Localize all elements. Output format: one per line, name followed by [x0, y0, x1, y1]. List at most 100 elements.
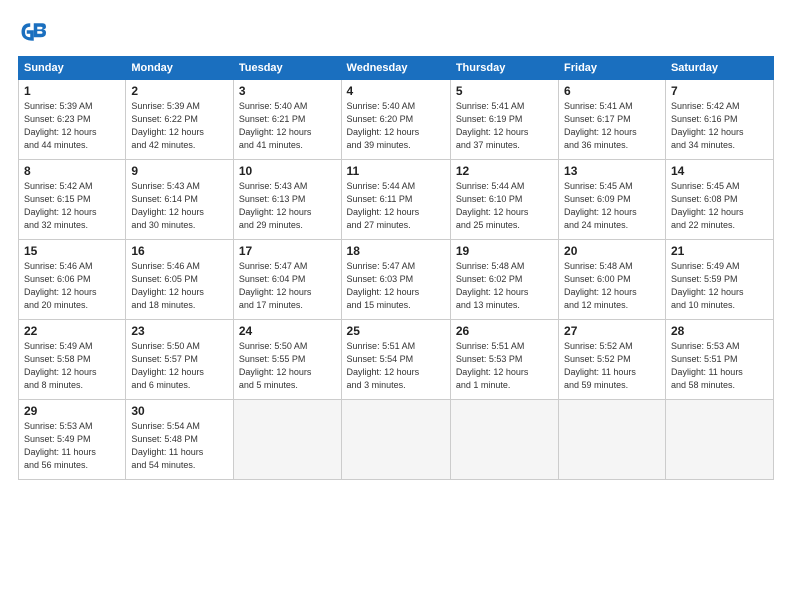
day-cell: 29 Sunrise: 5:53 AM Sunset: 5:49 PM Dayli… [19, 400, 126, 480]
day-number: 24 [239, 324, 336, 338]
day-info: Sunrise: 5:53 AM Sunset: 5:51 PM Dayligh… [671, 340, 768, 392]
day-info: Sunrise: 5:43 AM Sunset: 6:13 PM Dayligh… [239, 180, 336, 232]
weekday-header-friday: Friday [559, 57, 666, 80]
day-cell: 28 Sunrise: 5:53 AM Sunset: 5:51 PM Dayli… [665, 320, 773, 400]
day-cell: 3 Sunrise: 5:40 AM Sunset: 6:21 PM Daylig… [233, 80, 341, 160]
day-cell: 23 Sunrise: 5:50 AM Sunset: 5:57 PM Dayli… [126, 320, 234, 400]
day-number: 16 [131, 244, 228, 258]
day-info: Sunrise: 5:40 AM Sunset: 6:21 PM Dayligh… [239, 100, 336, 152]
day-number: 13 [564, 164, 660, 178]
weekday-header-monday: Monday [126, 57, 234, 80]
day-info: Sunrise: 5:44 AM Sunset: 6:10 PM Dayligh… [456, 180, 553, 232]
day-cell: 11 Sunrise: 5:44 AM Sunset: 6:11 PM Dayli… [341, 160, 450, 240]
day-info: Sunrise: 5:42 AM Sunset: 6:15 PM Dayligh… [24, 180, 120, 232]
day-info: Sunrise: 5:49 AM Sunset: 5:59 PM Dayligh… [671, 260, 768, 312]
day-number: 15 [24, 244, 120, 258]
day-number: 11 [347, 164, 445, 178]
day-cell: 16 Sunrise: 5:46 AM Sunset: 6:05 PM Dayli… [126, 240, 234, 320]
day-number: 27 [564, 324, 660, 338]
day-info: Sunrise: 5:46 AM Sunset: 6:05 PM Dayligh… [131, 260, 228, 312]
day-info: Sunrise: 5:47 AM Sunset: 6:04 PM Dayligh… [239, 260, 336, 312]
day-info: Sunrise: 5:40 AM Sunset: 6:20 PM Dayligh… [347, 100, 445, 152]
logo [18, 18, 50, 46]
day-number: 21 [671, 244, 768, 258]
day-cell: 14 Sunrise: 5:45 AM Sunset: 6:08 PM Dayli… [665, 160, 773, 240]
day-cell: 5 Sunrise: 5:41 AM Sunset: 6:19 PM Daylig… [450, 80, 558, 160]
weekday-header-thursday: Thursday [450, 57, 558, 80]
day-info: Sunrise: 5:53 AM Sunset: 5:49 PM Dayligh… [24, 420, 120, 472]
day-cell [559, 400, 666, 480]
day-number: 7 [671, 84, 768, 98]
day-number: 14 [671, 164, 768, 178]
week-row-1: 1 Sunrise: 5:39 AM Sunset: 6:23 PM Daylig… [19, 80, 774, 160]
day-number: 20 [564, 244, 660, 258]
day-number: 23 [131, 324, 228, 338]
day-info: Sunrise: 5:48 AM Sunset: 6:00 PM Dayligh… [564, 260, 660, 312]
day-cell: 25 Sunrise: 5:51 AM Sunset: 5:54 PM Dayli… [341, 320, 450, 400]
week-row-3: 15Sunrise: 5:46 AM Sunset: 6:06 PM Dayli… [19, 240, 774, 320]
day-cell [665, 400, 773, 480]
day-number: 17 [239, 244, 336, 258]
week-row-4: 22Sunrise: 5:49 AM Sunset: 5:58 PM Dayli… [19, 320, 774, 400]
day-cell: 19 Sunrise: 5:48 AM Sunset: 6:02 PM Dayli… [450, 240, 558, 320]
day-number: 4 [347, 84, 445, 98]
day-cell: 26 Sunrise: 5:51 AM Sunset: 5:53 PM Dayli… [450, 320, 558, 400]
day-cell: 7 Sunrise: 5:42 AM Sunset: 6:16 PM Daylig… [665, 80, 773, 160]
header [18, 18, 774, 46]
day-cell: 10 Sunrise: 5:43 AM Sunset: 6:13 PM Dayli… [233, 160, 341, 240]
weekday-header-saturday: Saturday [665, 57, 773, 80]
day-cell: 15Sunrise: 5:46 AM Sunset: 6:06 PM Dayli… [19, 240, 126, 320]
calendar-table: SundayMondayTuesdayWednesdayThursdayFrid… [18, 56, 774, 480]
day-cell: 21 Sunrise: 5:49 AM Sunset: 5:59 PM Dayli… [665, 240, 773, 320]
day-number: 10 [239, 164, 336, 178]
day-number: 28 [671, 324, 768, 338]
day-number: 22 [24, 324, 120, 338]
day-number: 2 [131, 84, 228, 98]
day-number: 5 [456, 84, 553, 98]
week-row-5: 29 Sunrise: 5:53 AM Sunset: 5:49 PM Dayli… [19, 400, 774, 480]
day-cell: 20 Sunrise: 5:48 AM Sunset: 6:00 PM Dayli… [559, 240, 666, 320]
day-cell [341, 400, 450, 480]
day-info: Sunrise: 5:42 AM Sunset: 6:16 PM Dayligh… [671, 100, 768, 152]
day-number: 9 [131, 164, 228, 178]
day-info: Sunrise: 5:41 AM Sunset: 6:17 PM Dayligh… [564, 100, 660, 152]
weekday-header-row: SundayMondayTuesdayWednesdayThursdayFrid… [19, 57, 774, 80]
day-info: Sunrise: 5:50 AM Sunset: 5:57 PM Dayligh… [131, 340, 228, 392]
day-info: Sunrise: 5:43 AM Sunset: 6:14 PM Dayligh… [131, 180, 228, 232]
day-info: Sunrise: 5:48 AM Sunset: 6:02 PM Dayligh… [456, 260, 553, 312]
week-row-2: 8 Sunrise: 5:42 AM Sunset: 6:15 PM Daylig… [19, 160, 774, 240]
day-number: 25 [347, 324, 445, 338]
day-info: Sunrise: 5:39 AM Sunset: 6:23 PM Dayligh… [24, 100, 120, 152]
day-number: 26 [456, 324, 553, 338]
day-cell: 2 Sunrise: 5:39 AM Sunset: 6:22 PM Daylig… [126, 80, 234, 160]
day-cell: 27 Sunrise: 5:52 AM Sunset: 5:52 PM Dayli… [559, 320, 666, 400]
logo-icon [18, 18, 46, 46]
day-number: 1 [24, 84, 120, 98]
day-number: 19 [456, 244, 553, 258]
day-cell: 4 Sunrise: 5:40 AM Sunset: 6:20 PM Daylig… [341, 80, 450, 160]
day-info: Sunrise: 5:54 AM Sunset: 5:48 PM Dayligh… [131, 420, 228, 472]
day-number: 30 [131, 404, 228, 418]
day-cell: 6 Sunrise: 5:41 AM Sunset: 6:17 PM Daylig… [559, 80, 666, 160]
day-number: 8 [24, 164, 120, 178]
day-info: Sunrise: 5:51 AM Sunset: 5:54 PM Dayligh… [347, 340, 445, 392]
day-cell: 13 Sunrise: 5:45 AM Sunset: 6:09 PM Dayli… [559, 160, 666, 240]
day-number: 3 [239, 84, 336, 98]
day-number: 29 [24, 404, 120, 418]
day-info: Sunrise: 5:45 AM Sunset: 6:08 PM Dayligh… [671, 180, 768, 232]
day-info: Sunrise: 5:44 AM Sunset: 6:11 PM Dayligh… [347, 180, 445, 232]
day-info: Sunrise: 5:45 AM Sunset: 6:09 PM Dayligh… [564, 180, 660, 232]
day-cell [450, 400, 558, 480]
day-info: Sunrise: 5:51 AM Sunset: 5:53 PM Dayligh… [456, 340, 553, 392]
day-cell: 1 Sunrise: 5:39 AM Sunset: 6:23 PM Daylig… [19, 80, 126, 160]
day-number: 6 [564, 84, 660, 98]
day-number: 12 [456, 164, 553, 178]
day-info: Sunrise: 5:50 AM Sunset: 5:55 PM Dayligh… [239, 340, 336, 392]
day-info: Sunrise: 5:39 AM Sunset: 6:22 PM Dayligh… [131, 100, 228, 152]
day-info: Sunrise: 5:41 AM Sunset: 6:19 PM Dayligh… [456, 100, 553, 152]
weekday-header-wednesday: Wednesday [341, 57, 450, 80]
page: SundayMondayTuesdayWednesdayThursdayFrid… [0, 0, 792, 612]
day-cell: 24 Sunrise: 5:50 AM Sunset: 5:55 PM Dayli… [233, 320, 341, 400]
weekday-header-tuesday: Tuesday [233, 57, 341, 80]
day-info: Sunrise: 5:52 AM Sunset: 5:52 PM Dayligh… [564, 340, 660, 392]
